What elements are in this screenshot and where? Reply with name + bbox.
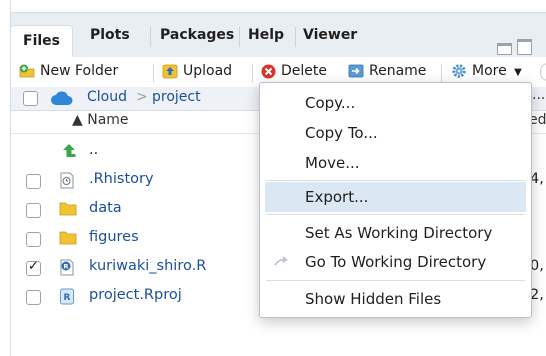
menu-item-label: Copy... [305,94,356,112]
menu-item-go-to-working-directory[interactable]: Go To Working Directory [260,247,531,277]
tab-viewer[interactable]: Viewer [303,27,357,43]
breadcrumb-cloud[interactable]: Cloud [87,89,127,105]
toolbar-separator [441,64,442,82]
file-name[interactable]: figures [89,229,139,245]
breadcrumb-project[interactable]: project [152,89,201,105]
menu-item-label: Move... [305,154,360,172]
breadcrumb-overflow[interactable]: ... [532,87,545,103]
search-partial-icon[interactable] [540,63,546,81]
svg-text:R: R [64,293,71,303]
maximize-pane-button[interactable] [517,39,532,55]
menu-item-set-working-directory[interactable]: Set As Working Directory [260,218,531,248]
new-folder-icon [19,64,35,78]
menu-item-label: Export... [305,188,369,206]
menu-item-copy[interactable]: Copy... [260,88,531,118]
history-file-icon [60,172,74,189]
toolbar-separator [252,64,253,82]
more-label: More [472,63,507,79]
file-name[interactable]: project.Rproj [89,287,182,303]
delete-icon [261,64,276,78]
toolbar-separator [153,64,154,82]
new-folder-label: New Folder [40,63,119,79]
delete-button[interactable]: Delete [261,63,327,79]
rproj-icon: R [60,288,74,305]
pane-top-strip [11,0,546,12]
file-modified: 4, 2 [530,171,546,187]
upload-button[interactable]: Upload [162,63,232,79]
menu-separator [266,180,525,181]
go-arrow-icon [274,256,288,266]
file-name[interactable]: kuriwaki_shiro.R [89,258,206,274]
parent-folder-icon [63,144,76,157]
file-name[interactable]: .Rhistory [89,171,154,187]
menu-item-move[interactable]: Move... [260,148,531,178]
tab-separator [239,27,240,47]
file-name[interactable]: .. [89,142,98,158]
cloud-icon [51,91,73,105]
menu-item-copy-to[interactable]: Copy To... [260,118,531,148]
upload-icon [162,64,178,78]
file-name[interactable]: data [89,200,122,216]
menu-item-export[interactable]: Export... [265,182,526,212]
menu-item-label: Set As Working Directory [305,224,493,242]
select-all-checkbox[interactable] [23,91,38,106]
menu-separator [266,280,525,281]
tab-help[interactable]: Help [248,27,284,43]
menu-item-label: Go To Working Directory [305,253,487,271]
menu-item-show-hidden-files[interactable]: Show Hidden Files [260,284,531,314]
rename-button[interactable]: Rename [348,63,426,79]
chevron-down-icon: ▼ [514,67,522,78]
folder-icon [59,231,77,245]
tab-separator [295,27,296,47]
minimize-pane-button[interactable] [497,43,512,55]
tab-plots[interactable]: Plots [90,27,130,43]
more-button[interactable]: More ▼ [451,63,522,79]
breadcrumb-separator: > [136,89,148,105]
column-header-name[interactable]: ▲ Name [72,112,129,128]
rename-icon [348,64,364,78]
row-checkbox[interactable] [26,290,41,305]
r-script-icon: R [60,259,74,276]
row-checkbox[interactable] [26,174,41,189]
row-checkbox[interactable] [26,203,41,218]
file-modified: 0, 2 [530,258,546,274]
menu-item-label: Copy To... [305,124,378,142]
new-folder-button[interactable]: New Folder [19,63,118,79]
folder-icon [59,202,77,216]
tab-bar: Files Plots Packages Help Viewer [10,12,546,58]
menu-item-label: Show Hidden Files [305,290,442,308]
upload-label: Upload [183,63,233,79]
menu-separator [266,214,525,215]
delete-label: Delete [281,63,327,79]
tab-packages[interactable]: Packages [160,27,234,43]
rename-label: Rename [369,63,427,79]
svg-text:R: R [63,262,68,270]
tab-separator [150,27,151,47]
tab-files[interactable]: Files [10,25,73,58]
gear-icon [452,64,466,78]
row-checkbox[interactable] [26,259,41,276]
more-dropdown-menu: Copy... Copy To... Move... Export... Set… [259,82,532,318]
files-pane: Files Plots Packages Help Viewer New Fol… [10,0,546,356]
row-checkbox[interactable] [26,232,41,247]
file-modified: 2, 2 [530,287,546,303]
